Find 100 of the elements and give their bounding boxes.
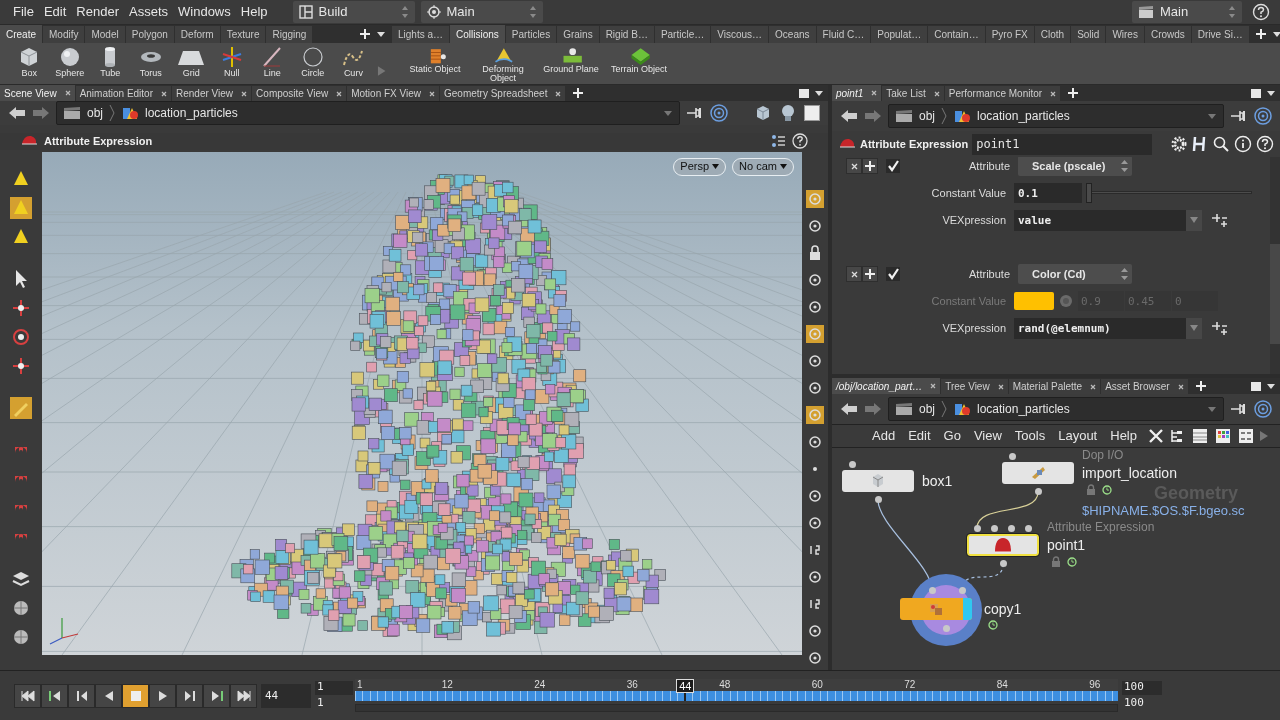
input-connector[interactable]	[1009, 453, 1016, 460]
attribute-dropdown[interactable]: Scale (pscale)	[1018, 157, 1132, 176]
pane-tab[interactable]: Performance Monitor	[944, 86, 1061, 101]
close-icon[interactable]	[871, 90, 878, 96]
transport-button[interactable]	[14, 683, 41, 708]
path-segment[interactable]: obj	[919, 400, 935, 418]
dropdown[interactable]: Build	[292, 1, 415, 23]
insert-function-icon[interactable]	[1210, 320, 1228, 336]
pin-icon[interactable]	[1230, 109, 1248, 123]
pane-tab[interactable]: Animation Editor	[75, 86, 171, 101]
menu-item[interactable]: Edit	[38, 2, 72, 22]
menu-item[interactable]: Windows	[173, 2, 236, 22]
network-node[interactable]	[967, 534, 1039, 556]
path-segment[interactable]: obj	[87, 104, 103, 122]
constant-number-field[interactable]: 0.1	[1014, 183, 1082, 203]
path-segment[interactable]: obj	[919, 107, 935, 125]
menu-item[interactable]: Layout	[1052, 426, 1104, 446]
help-icon[interactable]	[1256, 135, 1274, 153]
shelf-tab[interactable]: Lights a…	[392, 26, 450, 43]
close-icon[interactable]	[1050, 90, 1057, 97]
help-icon[interactable]	[1252, 3, 1270, 21]
shelf-tool[interactable]: Curv	[334, 45, 373, 78]
frame-field[interactable]: 44	[261, 683, 311, 708]
expression-field[interactable]: value	[1014, 209, 1186, 231]
dropdown-arrow-icon[interactable]	[814, 88, 824, 98]
shelf-tool[interactable]: Line	[253, 45, 292, 78]
shelf-tool[interactable]: Tube	[91, 45, 130, 78]
transport-button[interactable]	[149, 683, 176, 708]
dropdown[interactable]: Main	[1132, 1, 1242, 23]
shelf-tab[interactable]: Cloth	[1034, 26, 1071, 43]
close-icon[interactable]	[933, 90, 940, 97]
pane-tab[interactable]: Scene View	[0, 85, 75, 101]
slider-thumb[interactable]	[1086, 183, 1092, 203]
pyramid-icon[interactable]	[10, 196, 32, 219]
menu-item[interactable]: Help	[235, 2, 273, 22]
shelf-tab[interactable]: Fluid C…	[816, 26, 871, 43]
path-field[interactable]: obj location_particles	[888, 104, 1224, 128]
pane-tab[interactable]: Render View	[172, 86, 252, 101]
shelf-tab[interactable]: Drive Si…	[1191, 26, 1249, 43]
output-connector[interactable]	[875, 496, 882, 503]
checkbox[interactable]	[886, 267, 900, 281]
shelf-tab[interactable]: Grains	[557, 26, 599, 43]
dropdown[interactable]: Main	[420, 1, 543, 23]
transport-button[interactable]	[95, 683, 122, 708]
close-icon[interactable]	[161, 90, 167, 97]
shelf-tab[interactable]: Create	[0, 25, 42, 43]
shelf-tab[interactable]: Particle…	[654, 26, 711, 43]
path-field[interactable]: obj location_particles	[56, 101, 680, 125]
letter-h-logo-icon[interactable]	[1192, 135, 1208, 153]
shelf-tab[interactable]: Model	[85, 26, 125, 43]
input-connector[interactable]	[849, 461, 856, 468]
network-node[interactable]	[842, 470, 914, 492]
pane-tab[interactable]: /obj/location_part…	[832, 378, 941, 394]
pin-icon[interactable]	[1230, 402, 1248, 416]
pin-icon[interactable]	[686, 106, 704, 120]
list-icon[interactable]	[1192, 428, 1208, 444]
shelf-tool[interactable]: Torus	[131, 45, 171, 78]
close-icon[interactable]	[930, 383, 937, 389]
shelf-tool[interactable]: Ground Plane	[538, 45, 604, 74]
expression-field[interactable]: rand(@elemnum)	[1014, 317, 1186, 339]
viewport[interactable]: Persp No cam	[42, 151, 802, 655]
shelf-tab[interactable]: Polygon	[125, 26, 174, 43]
input-connector[interactable]	[1008, 525, 1015, 532]
value-slider[interactable]	[1086, 183, 1252, 203]
shelf-tab[interactable]: Wires	[1106, 26, 1144, 43]
pencil-icon[interactable]	[10, 396, 32, 419]
add-button[interactable]	[862, 266, 878, 282]
menu-item[interactable]: Add	[866, 426, 902, 446]
pane-tab[interactable]: point1	[832, 85, 882, 101]
shelf-tab[interactable]: Deform	[174, 26, 220, 43]
shelf-tool[interactable]: Null	[212, 45, 252, 78]
scroll-right-arrow-icon[interactable]	[1259, 430, 1269, 442]
pane-tab[interactable]: Composite View	[252, 86, 347, 101]
back-arrow-icon[interactable]	[8, 106, 26, 120]
input-connector[interactable]	[1025, 525, 1032, 532]
wrench-screwdriver-icon[interactable]	[1148, 428, 1164, 444]
shelf-tab[interactable]: Modify	[43, 26, 85, 43]
plus-icon[interactable]	[359, 28, 371, 40]
color-wheel-icon[interactable]	[1058, 293, 1074, 309]
clock-icon[interactable]	[1102, 484, 1112, 495]
shelf-tab[interactable]: Rigging	[266, 26, 313, 43]
path-segment[interactable]: location_particles	[977, 400, 1070, 418]
maximize-pane-button[interactable]	[799, 88, 809, 98]
tree-icon[interactable]	[1169, 428, 1185, 444]
transport-button[interactable]	[41, 683, 68, 708]
info-icon[interactable]	[1234, 135, 1252, 153]
plus-icon[interactable]	[572, 87, 585, 99]
transport-button[interactable]	[230, 683, 257, 708]
maximize-pane-button[interactable]	[1251, 381, 1261, 391]
timeline-track[interactable]: 1 12 24 36 44 48 60 72 84 96	[355, 679, 1118, 701]
shelf-tool[interactable]: Terrain Object	[606, 45, 672, 74]
shelf-tab[interactable]: Pyro FX	[985, 26, 1034, 43]
shelf-tab[interactable]: Contain…	[928, 26, 985, 43]
shelf-tool[interactable]: Static Object	[402, 45, 468, 74]
network-node[interactable]	[1002, 462, 1074, 484]
shelf-tab[interactable]: Solid	[1071, 26, 1106, 43]
start-frame-field[interactable]: 1	[315, 680, 353, 695]
color-swatch[interactable]	[1014, 292, 1054, 310]
dropdown-arrow-icon[interactable]	[1266, 88, 1276, 98]
pane-tab[interactable]: Tree View	[941, 379, 1008, 394]
